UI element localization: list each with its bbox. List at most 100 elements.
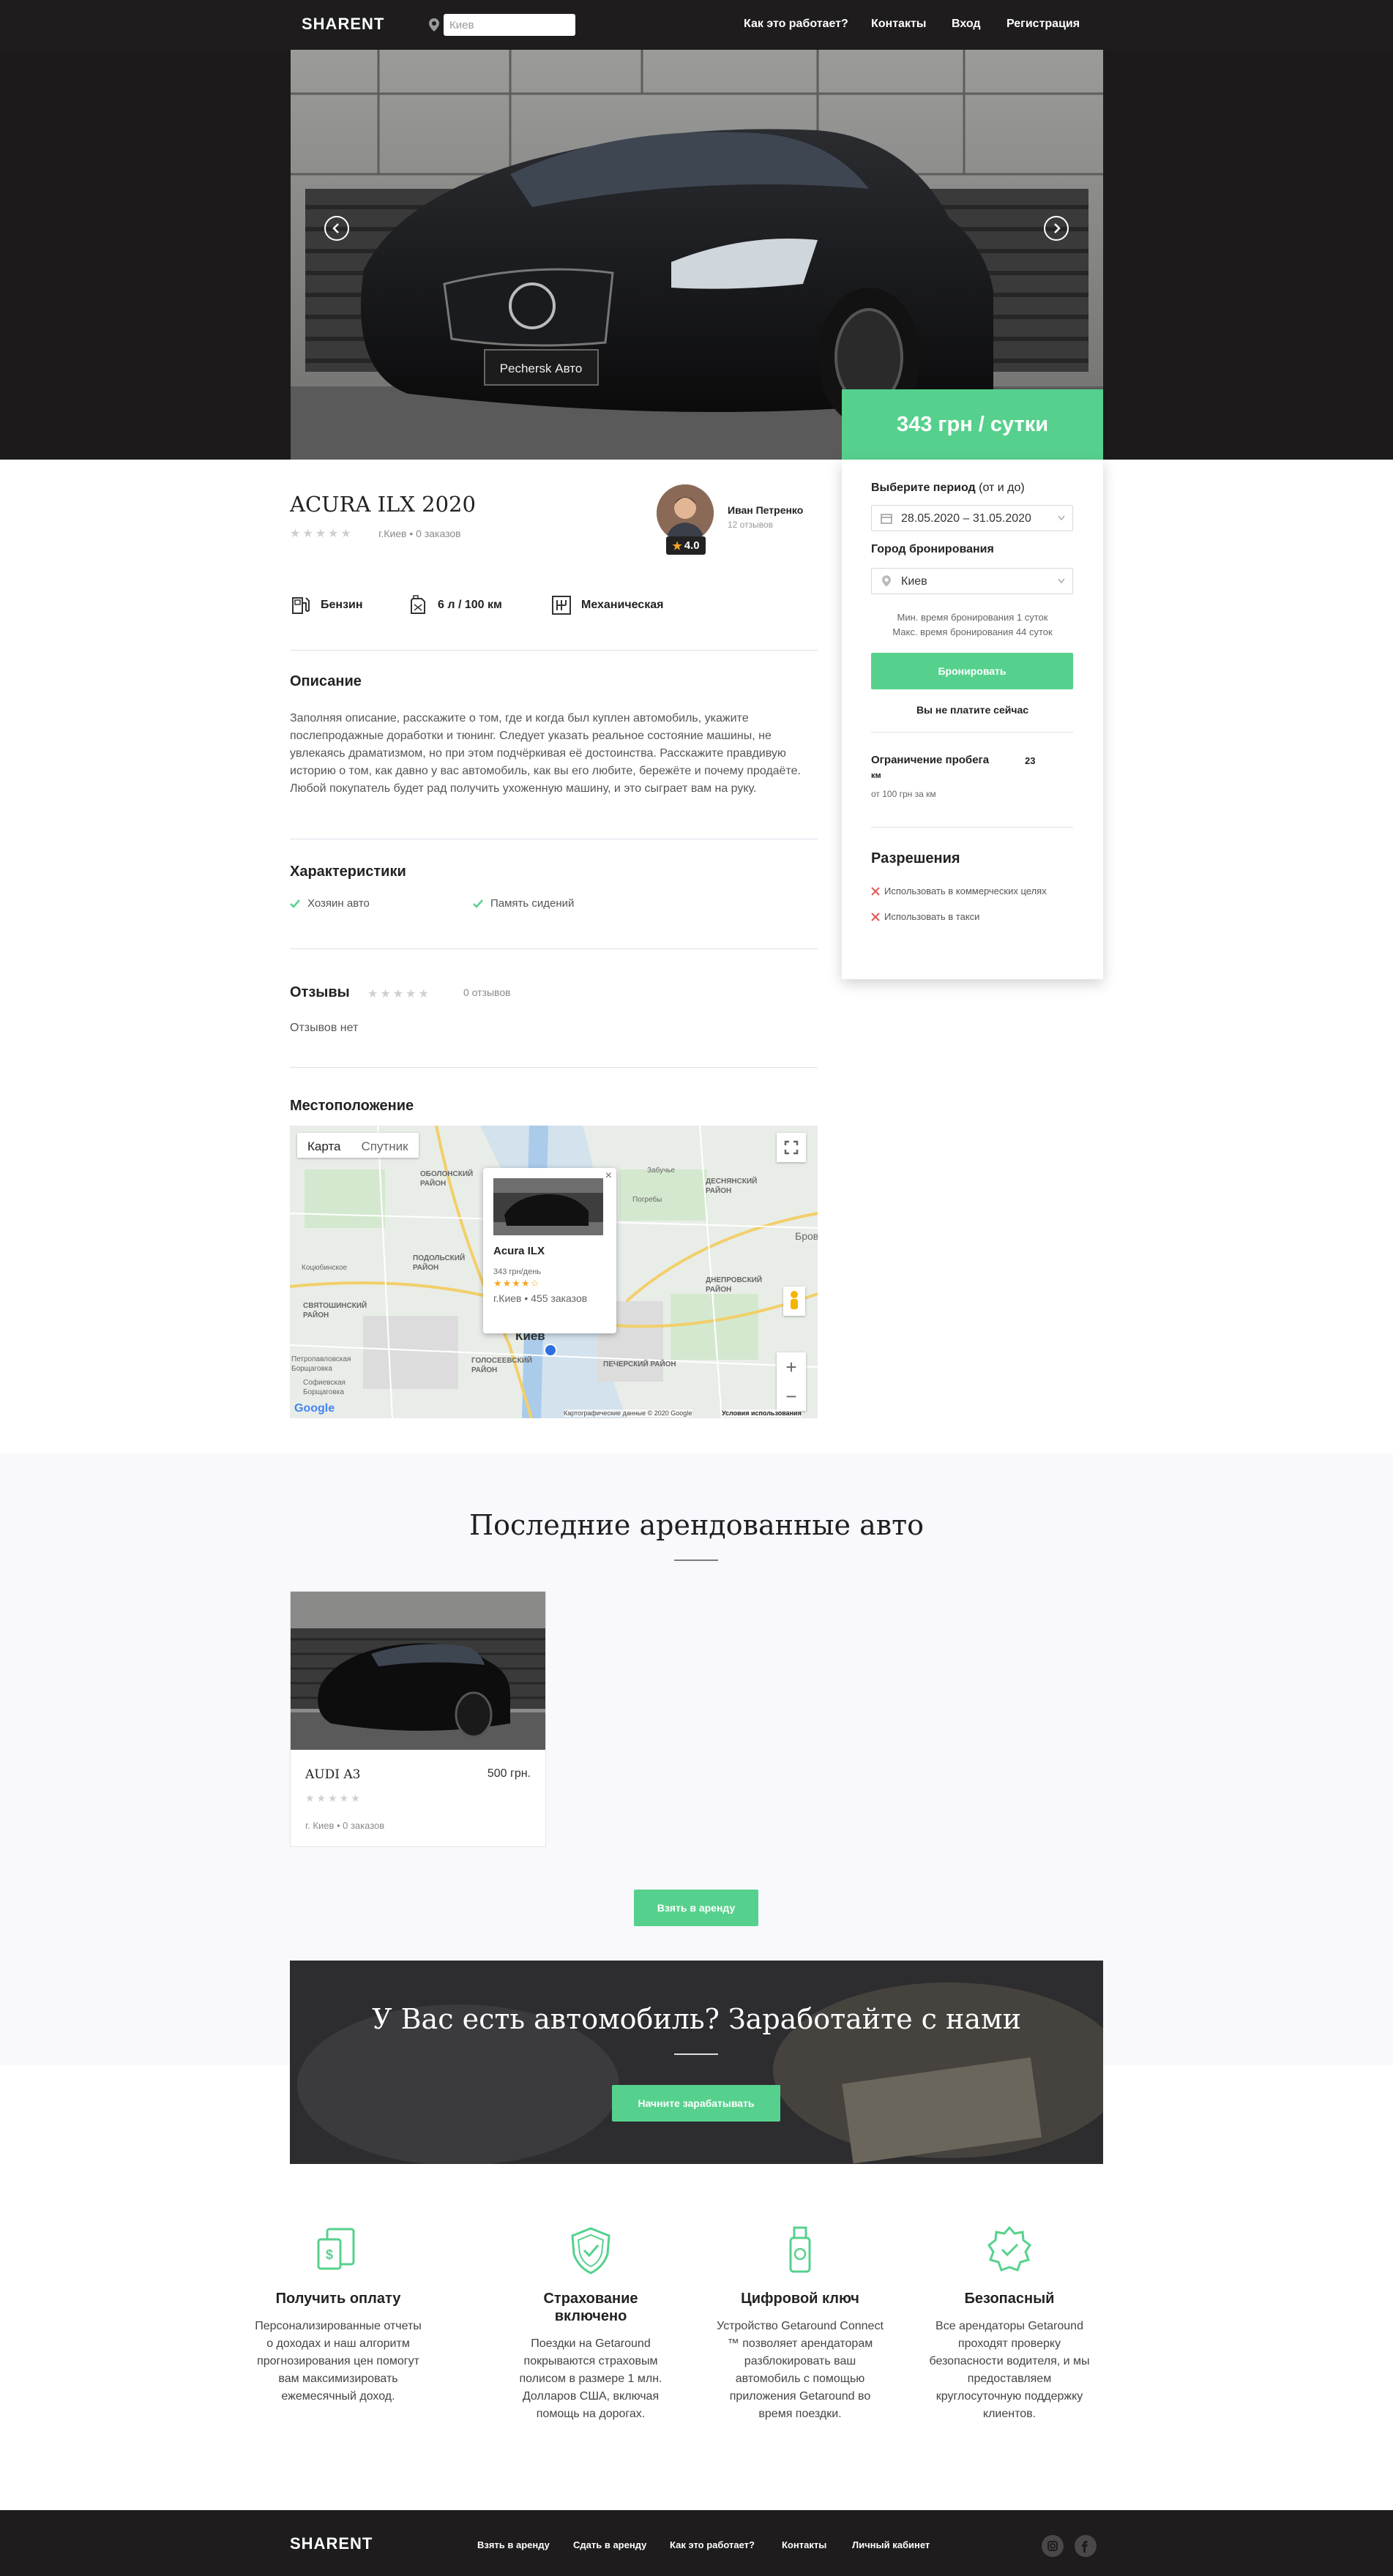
- footer-link-contacts[interactable]: Контакты: [782, 2539, 826, 2550]
- location-search: [429, 14, 575, 36]
- chevron-left-icon: [332, 223, 339, 233]
- permissions-title: Разрешения: [871, 850, 960, 866]
- description-title: Описание: [290, 673, 362, 689]
- nav-how-it-works[interactable]: Как это работает?: [744, 18, 848, 31]
- spec-transmission: Механическая: [550, 594, 663, 616]
- car-rating-stars: ★★★★★: [290, 528, 354, 540]
- recent-car-card[interactable]: AUDI A3 500 грн. ★★★★★ г. Киев • 0 заказ…: [290, 1591, 546, 1847]
- city-value: Киев: [901, 575, 927, 588]
- car-meta: г.Киев • 0 заказов: [378, 528, 461, 539]
- svg-text:$: $: [326, 2247, 333, 2262]
- map-tab-map[interactable]: Карта: [297, 1133, 351, 1158]
- earn-banner: У Вас есть автомобиль? Заработайте с нам…: [290, 1961, 1103, 2164]
- benefit-title: Цифровой ключ: [741, 2291, 859, 2307]
- start-earning-button[interactable]: Начните зарабатывать: [612, 2085, 780, 2122]
- earn-banner-background: [290, 1961, 1103, 2164]
- safety-badge-icon: [987, 2225, 1032, 2272]
- spec-consumption-label: 6 л / 100 км: [438, 599, 502, 611]
- map-label: ПОДОЛЬСКИЙ РАЙОН: [413, 1254, 466, 1272]
- recent-title: Последние арендованные авто: [468, 1509, 925, 1541]
- nav-contacts[interactable]: Контакты: [871, 18, 926, 31]
- divider: [871, 732, 1073, 733]
- card-car-price: 500 грн.: [487, 1767, 531, 1780]
- footer-link-how[interactable]: Как это работает?: [670, 2539, 755, 2550]
- map-tab-satellite[interactable]: Спутник: [351, 1133, 419, 1158]
- feature-item: Хозяин авто: [290, 897, 370, 910]
- fullscreen-icon: [784, 1140, 799, 1155]
- date-range-picker[interactable]: 28.05.2020 – 31.05.2020: [871, 505, 1073, 531]
- rent-button[interactable]: Взять в аренду: [634, 1890, 758, 1926]
- benefit-text: Устройство Getaround Connect ™ позволяет…: [717, 2320, 884, 2420]
- max-booking-time: Макс. время бронирования 44 суток: [892, 626, 1053, 637]
- fuel-pump-icon: [292, 597, 310, 614]
- owner-name[interactable]: Иван Петренко: [728, 504, 803, 516]
- description-text: Заполняя описание, расскажите о том, где…: [290, 712, 801, 795]
- map-label: СВЯТОШИНСКИЙ РАЙОН: [303, 1302, 367, 1319]
- check-icon: [473, 899, 483, 908]
- popup-close-button[interactable]: ×: [605, 1169, 612, 1183]
- star-icon: ★: [672, 539, 682, 553]
- carousel-prev-button[interactable]: [324, 216, 349, 241]
- divider: [871, 827, 1073, 828]
- mileage-value: 23: [1025, 755, 1036, 766]
- footer: SHARENT Взять в аренду Сдать в аренду Ка…: [0, 2510, 1393, 2576]
- owner-reviews: 12 отзывов: [728, 520, 774, 530]
- spec-consumption: 6 л / 100 км: [407, 594, 502, 616]
- map-marker[interactable]: [544, 1344, 557, 1357]
- footer-link-lease[interactable]: Сдать в аренду: [573, 2539, 646, 2550]
- card-meta: г. Киев • 0 заказов: [305, 1820, 385, 1831]
- footer-logo[interactable]: SHARENT: [290, 2534, 373, 2553]
- cross-icon: [871, 912, 880, 921]
- mileage-price: от 100 грн за км: [871, 789, 936, 799]
- search-input[interactable]: [444, 14, 575, 36]
- map-zoom-in[interactable]: +: [777, 1352, 806, 1382]
- street-view-pegman[interactable]: [783, 1287, 805, 1316]
- spec-fuel-label: Бензин: [321, 599, 363, 611]
- card-car-image: [291, 1592, 545, 1750]
- map-label: Коцюбинское: [302, 1264, 348, 1272]
- facebook-glyph: [1082, 2541, 1088, 2553]
- logo[interactable]: SHARENT: [302, 15, 384, 34]
- reviews-rating-stars: ★★★★★: [367, 988, 431, 1000]
- feature-label: Память сидений: [490, 897, 575, 910]
- footer-link-rent[interactable]: Взять в аренду: [477, 2539, 550, 2550]
- benefit-safety: Безопасный Все арендаторы Getaround прох…: [925, 2225, 1094, 2423]
- card-rating-stars: ★★★★★: [305, 1792, 362, 1804]
- map-zoom-out[interactable]: −: [777, 1382, 806, 1411]
- map-label: Софиевская Борщаговка: [303, 1379, 346, 1396]
- map-attribution: Картографические данные © 2020 Google: [564, 1409, 692, 1417]
- date-range-value: 28.05.2020 – 31.05.2020: [901, 512, 1031, 525]
- earn-title: У Вас есть автомобиль? Заработайте с нам…: [372, 2003, 1021, 2035]
- city-select[interactable]: Киев: [871, 568, 1073, 594]
- fuel-can-icon: [411, 595, 425, 614]
- period-hint: (от и до): [979, 482, 1025, 494]
- benefit-text: Персонализированные отчеты о доходах и н…: [255, 2320, 422, 2403]
- facebook-icon[interactable]: [1075, 2535, 1097, 2557]
- map-label: Погребы: [632, 1196, 662, 1204]
- reviews-title: Отзывы: [290, 984, 350, 1000]
- check-icon: [290, 899, 300, 908]
- nav-register[interactable]: Регистрация: [1007, 18, 1080, 31]
- popup-car-image: [493, 1178, 603, 1235]
- map[interactable]: Карта Спутник ОБОЛОНСКИЙ РАЙОН ПОДОЛЬСКИ…: [290, 1126, 818, 1418]
- footer-link-cabinet[interactable]: Личный кабинет: [852, 2539, 930, 2550]
- carousel-next-button[interactable]: [1044, 216, 1069, 241]
- gearbox-icon: [552, 596, 571, 615]
- owner-rating-badge: ★ 4.0: [666, 536, 706, 555]
- owner-rating: 4.0: [684, 539, 700, 552]
- instagram-icon[interactable]: [1042, 2535, 1064, 2557]
- book-button[interactable]: Бронировать: [871, 653, 1073, 689]
- usb-key-icon: [789, 2226, 811, 2273]
- min-booking-time: Мин. время бронирования 1 суток: [897, 612, 1048, 623]
- feature-label: Хозяин авто: [307, 897, 370, 910]
- popup-title: Acura ILX: [493, 1245, 545, 1257]
- reviews-count: 0 отзывов: [463, 986, 511, 998]
- map-terms-link[interactable]: Условия использования: [722, 1409, 802, 1417]
- benefit-payment: $ Получить оплату Персонализированные от…: [254, 2225, 422, 2405]
- map-fullscreen-button[interactable]: [777, 1133, 806, 1162]
- nav-login[interactable]: Вход: [952, 18, 981, 31]
- chevron-right-icon: [1054, 223, 1061, 233]
- owner-avatar[interactable]: [657, 484, 714, 542]
- header: SHARENT Как это работает? Контакты Вход …: [0, 0, 1393, 50]
- permission-item: Использовать в коммерческих целях: [871, 886, 1047, 896]
